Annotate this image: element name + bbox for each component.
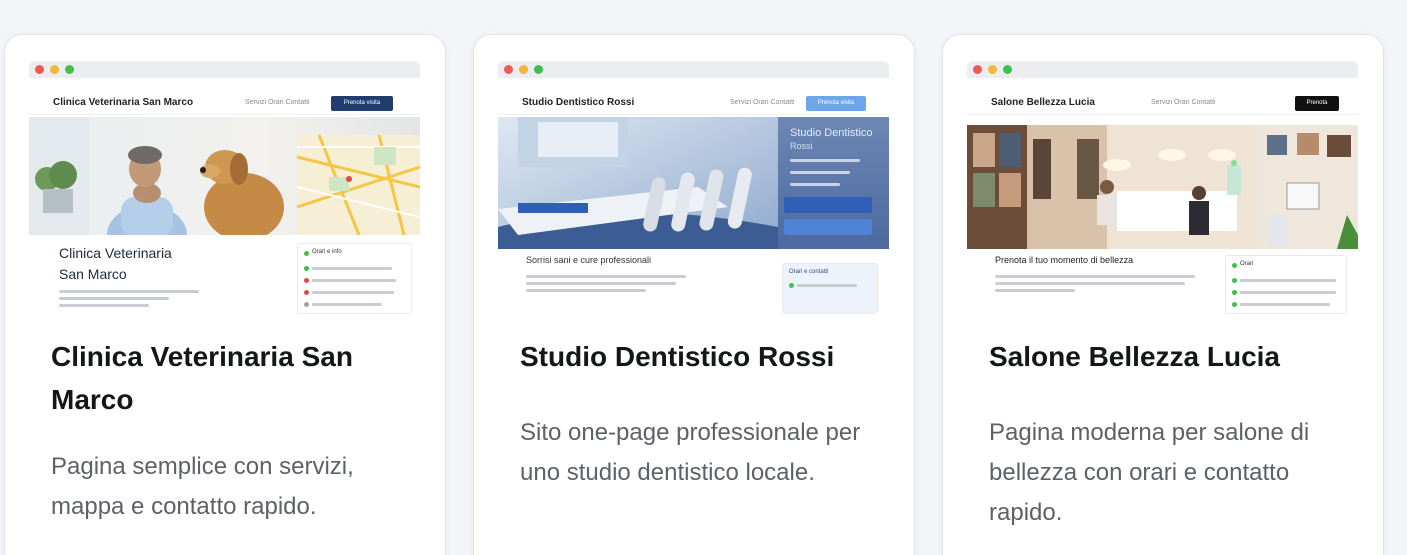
preview-text-line [59,304,149,307]
window-minimize-dot-icon [519,65,528,74]
preview-navbar: Studio Dentistico Rossi Servizi Orari Co… [498,91,889,115]
window-close-dot-icon [973,65,982,74]
card-preview-image: Studio Dentistico Rossi Servizi Orari Co… [498,61,889,314]
preview-hero-title: Studio Dentistico [790,127,873,139]
preview-nav-links: Servizi Orari Contatti [730,99,795,106]
preview-nav-links: Servizi Orari Contatti [1151,99,1216,106]
card-title[interactable]: Salone Bellezza Lucia [989,335,1359,378]
window-maximize-dot-icon [1003,65,1012,74]
preview-cta-button: Prenota [1295,96,1339,111]
preview-heading: Sorrisi sani e cure professionali [526,255,652,265]
preview-text-line [59,297,169,300]
preview-side-title: Orari e contatti [789,269,829,275]
window-minimize-dot-icon [50,65,59,74]
window-close-dot-icon [504,65,513,74]
preview-heading-line2: San Marco [59,266,127,282]
preview-side-box: Orari [1225,255,1347,314]
window-minimize-dot-icon [988,65,997,74]
browser-chrome [29,61,420,78]
preview-hero-photo [29,117,420,235]
card-preview-image: Clinica Veterinaria San Marco Servizi Or… [29,61,420,314]
preview-hero-photo: Studio Dentistico Rossi [498,117,889,249]
preview-cta-button: Prenota visita [806,96,866,111]
preview-content: Prenota il tuo momento di bellezza Orari [967,249,1358,314]
preview-heading: Prenota il tuo momento di bellezza [995,255,1134,265]
portfolio-card-veterinaria[interactable]: Clinica Veterinaria San Marco Servizi Or… [4,34,446,555]
preview-heading-line1: Clinica Veterinaria [59,245,172,261]
preview-side-title: Orari [1240,261,1254,267]
preview-nav-links: Servizi Orari Contatti [245,99,310,106]
card-title[interactable]: Studio Dentistico Rossi [520,335,890,378]
browser-chrome [967,61,1358,78]
preview-side-box: Orari e contatti [782,263,878,314]
preview-logo: Salone Bellezza Lucia [991,97,1095,108]
preview-logo: Clinica Veterinaria San Marco [53,97,194,108]
preview-side-title: Orari e info [312,249,342,255]
preview-side-box: Orari e info [297,243,412,314]
preview-content: Sorrisi sani e cure professionali Orari … [498,249,889,314]
portfolio-card-salone[interactable]: Salone Bellezza Lucia Servizi Orari Cont… [942,34,1384,555]
window-maximize-dot-icon [534,65,543,74]
preview-navbar: Clinica Veterinaria San Marco Servizi Or… [29,91,420,115]
preview-text-line [59,290,199,293]
browser-chrome [498,61,889,78]
portfolio-card-dentistico[interactable]: Studio Dentistico Rossi Servizi Orari Co… [473,34,915,555]
window-maximize-dot-icon [65,65,74,74]
preview-navbar: Salone Bellezza Lucia Servizi Orari Cont… [967,91,1358,115]
card-title[interactable]: Clinica Veterinaria San Marco [51,335,421,421]
card-description: Sito one-page professionale per uno stud… [520,419,861,486]
preview-hero-subtitle: Rossi [790,141,813,151]
preview-logo: Studio Dentistico Rossi [522,97,635,108]
card-description: Pagina moderna per salone di bellezza co… [989,419,1310,526]
window-close-dot-icon [35,65,44,74]
preview-cta-button: Prenota visita [331,96,393,111]
card-preview-image: Salone Bellezza Lucia Servizi Orari Cont… [967,61,1358,314]
card-description: Pagina semplice con servizi, mappa e con… [51,453,354,520]
preview-hero-photo [967,125,1358,249]
preview-content: Clinica Veterinaria San Marco Orari e in… [29,235,420,314]
